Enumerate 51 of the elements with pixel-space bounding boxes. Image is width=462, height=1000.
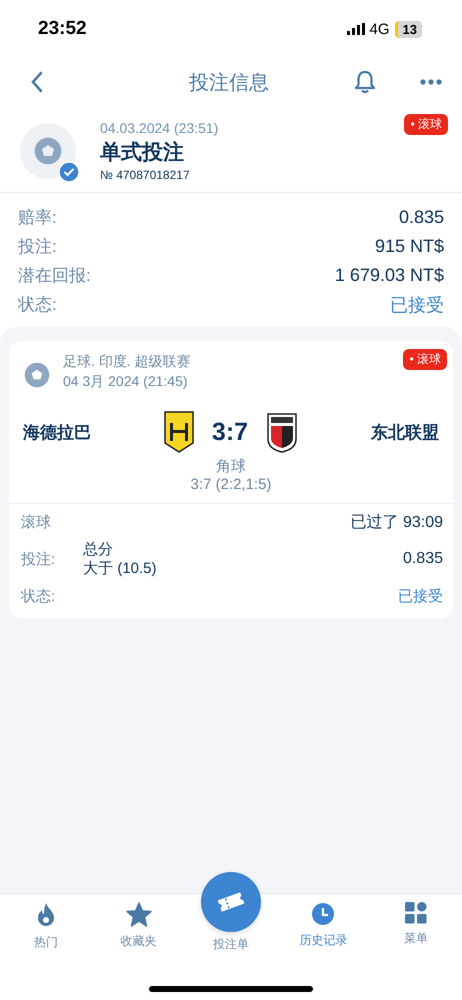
nav-tab[interactable]: 投注单 [190,872,271,953]
live-badge: • 滚球 [404,114,448,135]
match-date: 04 3月 2024 (21:45) [63,373,189,391]
summary-value: 915 NT$ [374,236,444,257]
status-value: 已接受 [398,586,443,606]
bet-odds: 0.835 [402,550,443,568]
status-time: 23:52 [38,18,87,40]
more-icon[interactable] [420,79,442,85]
ball-icon [23,361,51,389]
market-name: 总分 [83,540,114,559]
stat-detail: 3:7 (2:2,1:5) [190,476,272,493]
ticket-icon [216,890,246,914]
home-team: 海德拉巴 [23,422,92,444]
bet-number: № 47087018217 [100,168,190,182]
ticket-button[interactable] [200,872,261,932]
clock-icon [311,902,336,926]
bell-icon[interactable] [354,70,376,94]
nav-tab[interactable]: 收藏夹 [98,902,179,950]
crest-icon [164,411,194,453]
ball-icon [32,135,64,167]
summary-value: 1 679.03 NT$ [334,265,444,286]
away-team: 东北联盟 [370,422,439,444]
nav-tab[interactable]: 历史记录 [283,902,364,949]
bet-type: 单式投注 [100,140,184,166]
bet-label: 投注: [21,550,56,568]
signal-icon [346,23,365,35]
battery-indicator: 13 [394,20,422,38]
summary-label: 潜在回报: [18,265,91,287]
grid-icon [404,902,427,924]
bet-date: 04.03.2024 (23:51) [100,120,218,136]
crest-icon [266,411,298,453]
live-badge: • 滚球 [403,349,447,370]
summary-value: 已接受 [390,294,444,316]
bet-pick: 大于 (10.5) [83,559,158,578]
nav-tab[interactable]: 菜单 [376,902,456,947]
summary-label: 投注: [18,236,57,258]
live-label: 滚球 [21,512,51,532]
summary-label: 状态: [18,294,57,316]
stat-name: 角球 [216,457,246,476]
league-name: 足球. 印度. 超级联赛 [63,353,191,371]
network-label: 4G [370,20,390,38]
nav-tab[interactable]: 热门 [6,902,86,951]
check-icon [58,161,80,183]
page-title: 投注信息 [188,70,270,96]
status-label: 状态: [21,586,56,606]
summary-label: 赔率: [18,207,57,229]
star-icon [126,902,152,927]
match-score: 3:7 [212,418,248,446]
elapsed-time: 已过了 93:09 [350,512,443,532]
summary-value: 0.835 [398,207,444,228]
back-icon[interactable] [30,71,44,93]
